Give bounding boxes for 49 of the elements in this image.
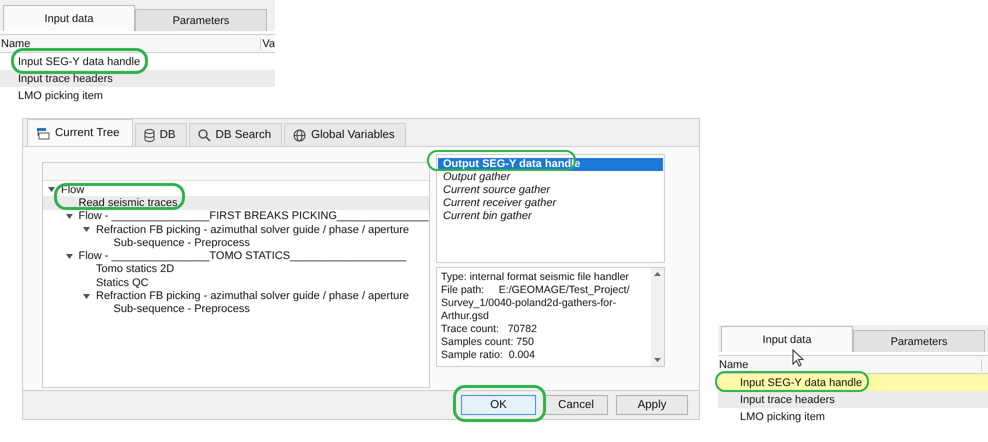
tree-item[interactable]: Statics QC bbox=[43, 276, 429, 290]
tab[interactable]: Parameters bbox=[135, 9, 267, 31]
dialog-button[interactable]: OK bbox=[461, 395, 536, 415]
scroll-down-icon[interactable] bbox=[654, 358, 661, 362]
list-item[interactable]: LMO picking item bbox=[718, 408, 988, 425]
tab[interactable]: DB bbox=[134, 123, 187, 146]
tree-icon bbox=[36, 126, 50, 140]
tree-item[interactable]: Tomo statics 2D bbox=[43, 262, 429, 276]
tree-item[interactable]: Sub-sequence - Preprocess bbox=[43, 236, 429, 250]
list-item[interactable]: Current source gather bbox=[438, 184, 663, 197]
tree-item[interactable]: Refraction FB picking - azimuthal solver guide / phase / aperture bbox=[43, 289, 429, 303]
tree-item[interactable]: Flow - ________________FIRST BREAKS PICKING_______________ bbox=[43, 210, 429, 223]
expand-arrow-icon[interactable] bbox=[66, 214, 72, 219]
tree-item[interactable]: Flow - ________________TOMO STATICS___________________ bbox=[43, 249, 429, 263]
dialog-button[interactable]: Apply bbox=[616, 395, 688, 415]
info-text: Samples count: 750 bbox=[441, 336, 535, 349]
column-title: Name bbox=[0, 38, 262, 50]
tree-item[interactable]: Sub-sequence - Preprocess bbox=[43, 302, 429, 316]
search-icon bbox=[198, 128, 211, 142]
expand-arrow-icon[interactable] bbox=[83, 227, 90, 232]
expand-arrow-icon[interactable] bbox=[83, 294, 90, 299]
list-item[interactable]: Input trace headers bbox=[0, 70, 275, 87]
tab[interactable]: Parameters bbox=[853, 330, 985, 352]
tab[interactable]: DB Search bbox=[188, 123, 282, 146]
column-title: Va bbox=[261, 38, 275, 50]
list-item[interactable]: Output gather bbox=[438, 171, 663, 184]
tree-item[interactable]: Read seismic traces bbox=[43, 196, 429, 210]
list-item[interactable]: Current bin gather bbox=[438, 210, 663, 223]
info-text: File path: E:/GEOMAGE/Test_Project/ Survey_1/0040-poland2d-gathers-for-Arthur.gsd bbox=[441, 284, 630, 323]
list-item[interactable]: Input SEG-Y data handle bbox=[0, 53, 275, 70]
info-text: Sample ratio: 0.004 bbox=[441, 349, 536, 362]
tab[interactable]: Current Tree bbox=[27, 119, 133, 146]
list-item[interactable]: LMO picking item bbox=[0, 87, 275, 104]
dialog-button[interactable]: Cancel bbox=[544, 395, 608, 415]
tab[interactable]: Input data bbox=[3, 5, 135, 31]
globe-icon bbox=[293, 128, 306, 142]
info-text: Trace count: 70782 bbox=[441, 323, 538, 336]
info-text: Type: internal format seismic file handler bbox=[441, 271, 630, 284]
expand-arrow-icon[interactable] bbox=[66, 254, 72, 259]
database-icon bbox=[144, 128, 155, 142]
scrollbar[interactable] bbox=[651, 268, 664, 366]
scroll-up-icon[interactable] bbox=[654, 272, 661, 276]
list-item[interactable]: Input SEG-Y data handle bbox=[718, 374, 988, 391]
tab[interactable]: Input data bbox=[721, 326, 853, 352]
list-item[interactable]: Current receiver gather bbox=[438, 197, 663, 210]
tab[interactable]: Global Variables bbox=[284, 123, 406, 146]
expand-arrow-icon[interactable] bbox=[48, 187, 55, 192]
list-item[interactable]: Input trace headers bbox=[718, 391, 988, 408]
tree-item[interactable]: Refraction FB picking - azimuthal solver guide / phase / aperture bbox=[43, 222, 429, 236]
